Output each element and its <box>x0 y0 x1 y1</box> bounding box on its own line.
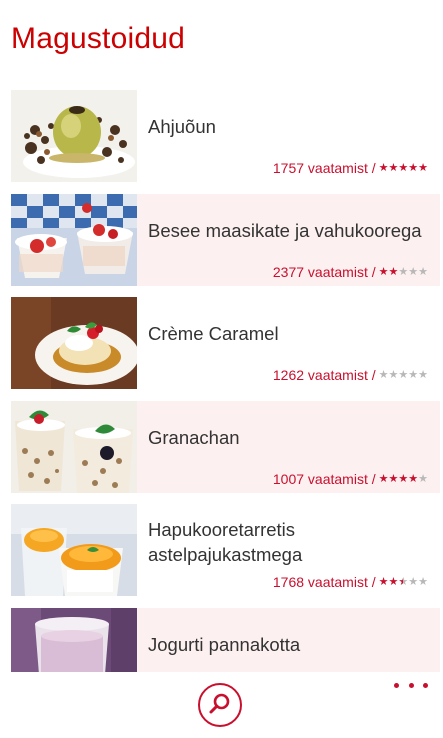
granachan-photo <box>11 401 137 493</box>
rating-stars: ★ ★ ★ ★ ★ <box>379 161 428 175</box>
recipe-meta: 1768 vaatamist / ★ ★ ★ ★ ★ <box>273 574 428 590</box>
recipe-meta: 1757 vaatamist / ★ ★ ★ ★ ★ <box>273 160 428 176</box>
star-icon: ★ <box>378 473 389 485</box>
recipe-title: Crème Caramel <box>148 323 279 344</box>
more-dots-icon <box>423 682 428 688</box>
recipe-meta: 1262 vaatamist / ★ ★ ★ ★ ★ <box>273 367 428 383</box>
views-count: 1262 vaatamist / <box>272 367 376 383</box>
page-title: Magustoidud <box>11 22 185 55</box>
star-icon: ★ <box>398 473 409 485</box>
star-icon: ★ <box>388 576 399 588</box>
star-icon: ★ <box>378 162 389 174</box>
star-empty-icon: ★ <box>418 369 428 381</box>
app-bar <box>0 672 443 738</box>
baked-apple-photo <box>11 90 137 182</box>
rating-stars: ★ ★ ★ ★ ★ <box>379 472 428 486</box>
star-icon: ★ <box>398 162 409 174</box>
star-icon: ★ <box>388 473 399 485</box>
star-icon: ★ <box>418 162 428 174</box>
recipe-title: Jogurti pannakotta <box>148 634 301 655</box>
star-icon: ★ <box>408 473 419 485</box>
star-icon: ★ <box>378 266 389 278</box>
search-button[interactable] <box>198 683 242 727</box>
recipe-title: Granachan <box>148 427 240 448</box>
recipe-list[interactable]: Ahjuõun 1757 vaatamist / ★ ★ ★ ★ ★ Besee… <box>0 90 443 672</box>
rating-stars: ★ ★ ★ ★ ★ <box>379 368 428 382</box>
recipe-meta: 2377 vaatamist / ★ ★ ★ ★ ★ <box>273 264 428 280</box>
recipe-item-creme-caramel[interactable]: Crème Caramel 1262 vaatamist / ★ ★ ★ ★ ★ <box>11 297 440 389</box>
star-empty-icon: ★ <box>408 266 419 278</box>
star-icon: ★ <box>408 162 419 174</box>
recipe-item-granachan[interactable]: Granachan 1007 vaatamist / ★ ★ ★ ★ ★ <box>11 401 440 493</box>
views-count: 1007 vaatamist / <box>272 471 376 487</box>
star-empty-icon: ★ <box>398 369 409 381</box>
star-empty-icon: ★ <box>388 369 399 381</box>
views-count: 1768 vaatamist / <box>272 574 376 590</box>
recipe-item-ahjuoun[interactable]: Ahjuõun 1757 vaatamist / ★ ★ ★ ★ ★ <box>11 90 440 182</box>
star-empty-icon: ★ <box>408 369 419 381</box>
star-empty-icon: ★ <box>398 266 409 278</box>
rating-stars: ★ ★ ★ ★ ★ <box>379 575 428 589</box>
more-button[interactable] <box>394 678 428 692</box>
search-icon <box>209 693 230 714</box>
rating-stars: ★ ★ ★ ★ ★ <box>379 265 428 279</box>
star-empty-icon: ★ <box>408 576 419 588</box>
star-icon: ★ <box>388 162 399 174</box>
recipe-item-jogurti-pannakotta[interactable]: Jogurti pannakotta <box>11 608 440 672</box>
star-empty-icon: ★ <box>378 369 389 381</box>
star-empty-icon: ★ <box>418 266 428 278</box>
more-dots-icon <box>394 682 399 688</box>
recipe-title: Ahjuõun <box>148 116 216 137</box>
more-dots-icon <box>408 682 414 688</box>
star-half-icon: ★ <box>398 576 409 588</box>
recipe-item-hapukooretarretis[interactable]: Hapukooretarretis astelpajukastmega 1768… <box>11 504 440 596</box>
sour-cream-jelly-photo <box>11 504 137 596</box>
star-icon: ★ <box>378 576 389 588</box>
star-empty-icon: ★ <box>418 576 428 588</box>
recipe-title: Besee maasikate ja vahukoorega <box>148 220 422 241</box>
yogurt-panna-cotta-photo <box>11 608 137 672</box>
recipe-item-besee[interactable]: Besee maasikate ja vahukoorega 2377 vaat… <box>11 194 440 286</box>
recipe-meta: 1007 vaatamist / ★ ★ ★ ★ ★ <box>273 471 428 487</box>
star-icon: ★ <box>388 266 399 278</box>
star-empty-icon: ★ <box>418 473 428 485</box>
views-count: 1757 vaatamist / <box>272 160 376 176</box>
recipe-title: Hapukooretarretis astelpajukastmega <box>148 519 303 565</box>
meringue-strawberries-photo <box>11 194 137 286</box>
creme-caramel-photo <box>11 297 137 389</box>
views-count: 2377 vaatamist / <box>272 264 376 280</box>
